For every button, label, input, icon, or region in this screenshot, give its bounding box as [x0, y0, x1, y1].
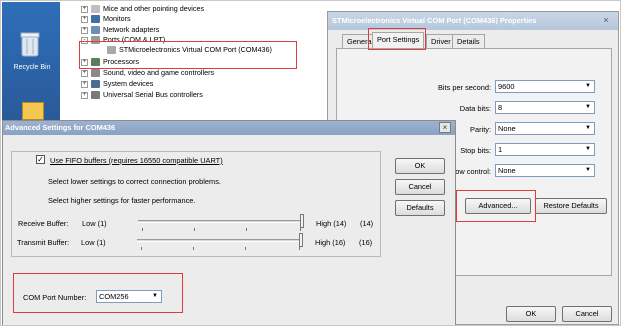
advanced-ok-button[interactable]: OK: [395, 158, 445, 174]
receive-slider-thumb[interactable]: [300, 214, 304, 228]
receive-slider-track[interactable]: [138, 220, 304, 223]
tree-item-label: Network adapters: [103, 25, 160, 34]
usb-icon: [91, 91, 100, 99]
receive-tick: [142, 228, 143, 231]
transmit-tick: [141, 247, 142, 250]
recycle-bin-label: Recycle Bin: [13, 64, 51, 71]
expand-icon[interactable]: +: [81, 80, 88, 88]
receive-tick: [246, 228, 247, 231]
highlight-ports: [79, 41, 297, 69]
receive-high-label: High (14): [316, 219, 347, 228]
bits-per-second-select[interactable]: 9600 ▼: [495, 80, 595, 93]
receive-tick: [300, 228, 301, 231]
highlight-advanced-button: [456, 190, 536, 222]
tab-details[interactable]: Details: [452, 34, 485, 49]
receive-low-label: Low (1): [82, 219, 107, 228]
transmit-slider-thumb[interactable]: [299, 233, 303, 247]
fifo-label: Use FIFO buffers (requires 16550 compati…: [50, 156, 223, 165]
chevron-down-icon: ▼: [585, 83, 591, 89]
recycle-bin-icon[interactable]: [18, 30, 42, 58]
receive-value: (14): [360, 219, 374, 228]
expand-icon[interactable]: +: [81, 91, 88, 99]
data-bits-select[interactable]: 8 ▼: [495, 101, 595, 114]
data-bits-label: Data bits:: [459, 104, 491, 113]
monitor-icon: [91, 15, 100, 23]
advanced-cancel-button[interactable]: Cancel: [395, 179, 445, 195]
transmit-low-label: Low (1): [81, 238, 106, 247]
restore-defaults-button[interactable]: Restore Defaults: [535, 198, 607, 214]
tree-item-system[interactable]: + System devices: [81, 79, 153, 89]
hint-lower: Select lower settings to correct connect…: [48, 177, 221, 186]
expand-icon[interactable]: +: [81, 69, 88, 77]
cancel-button[interactable]: Cancel: [562, 306, 612, 322]
tree-item-usb[interactable]: + Universal Serial Bus controllers: [81, 90, 203, 100]
stop-bits-select[interactable]: 1 ▼: [495, 143, 595, 156]
tree-item-label: System devices: [103, 79, 154, 88]
flow-control-select[interactable]: None ▼: [495, 164, 595, 177]
receive-buffer-label: Receive Buffer:: [18, 219, 69, 228]
tree-item-label: Mice and other pointing devices: [103, 4, 205, 13]
advanced-title: Advanced Settings for COM436: [3, 121, 455, 135]
expand-icon[interactable]: +: [81, 26, 88, 34]
highlight-com-port: [13, 273, 183, 313]
chevron-down-icon: ▼: [585, 146, 591, 152]
expand-icon[interactable]: +: [81, 15, 88, 23]
network-adapter-icon: [91, 26, 100, 34]
defaults-button[interactable]: Defaults: [395, 200, 445, 216]
transmit-tick: [193, 247, 194, 250]
tree-item-network[interactable]: + Network adapters: [81, 25, 159, 35]
chevron-down-icon: ▼: [585, 167, 591, 173]
speaker-icon: [91, 69, 100, 77]
tree-item-label: Universal Serial Bus controllers: [103, 90, 203, 99]
close-icon[interactable]: ×: [600, 15, 612, 27]
transmit-slider-track[interactable]: [137, 239, 303, 242]
transmit-buffer-label: Transmit Buffer:: [17, 238, 70, 247]
folder-icon[interactable]: [22, 102, 44, 120]
tree-item-label: Monitors: [103, 14, 131, 23]
transmit-high-label: High (16): [315, 238, 346, 247]
tree-item-label: Sound, video and game controllers: [103, 68, 215, 77]
highlight-port-settings-tab: [368, 28, 426, 50]
mouse-icon: [91, 5, 100, 13]
parity-select[interactable]: None ▼: [495, 122, 595, 135]
chevron-down-icon: ▼: [585, 125, 591, 131]
bits-per-second-label: Bits per second:: [438, 83, 491, 92]
tree-item-sound[interactable]: + Sound, video and game controllers: [81, 68, 214, 78]
close-icon[interactable]: ×: [439, 122, 451, 133]
hint-higher: Select higher settings for faster perfor…: [48, 196, 196, 205]
transmit-value: (16): [359, 238, 373, 247]
ok-button[interactable]: OK: [506, 306, 556, 322]
screenshot-frame: Recycle Bin + Mice and other pointing de…: [0, 0, 621, 326]
chevron-down-icon: ▼: [585, 104, 591, 110]
tree-item-mice[interactable]: + Mice and other pointing devices: [81, 4, 204, 14]
receive-tick: [194, 228, 195, 231]
fifo-checkbox[interactable]: ✓: [36, 155, 45, 164]
expand-icon[interactable]: +: [81, 5, 88, 13]
tree-item-monitors[interactable]: + Monitors: [81, 14, 131, 24]
system-device-icon: [91, 80, 100, 88]
transmit-tick: [245, 247, 246, 250]
desktop-area: Recycle Bin: [2, 2, 60, 120]
transmit-tick: [299, 247, 300, 250]
